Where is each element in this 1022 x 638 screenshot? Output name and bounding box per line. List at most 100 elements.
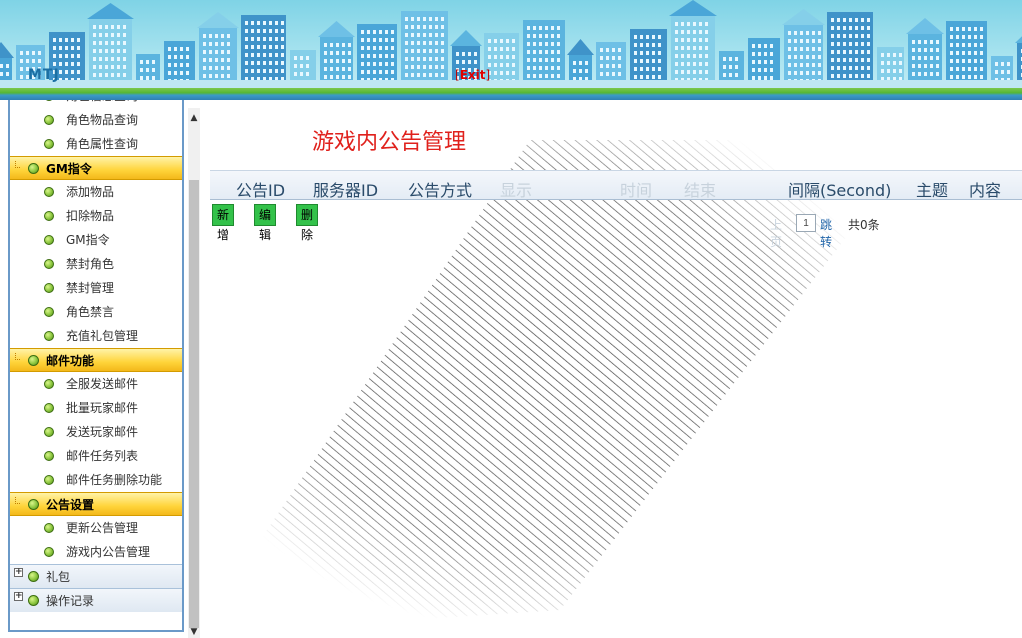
skyline-window <box>950 43 953 47</box>
column-header-notice-id[interactable]: 公告ID <box>236 177 285 201</box>
skyline-window <box>71 46 74 50</box>
sidebar-item-add-item[interactable]: 添加物品 <box>10 180 182 204</box>
column-header-content[interactable]: 内容 <box>969 177 1001 201</box>
skyline-window <box>861 34 864 38</box>
skyline-window <box>968 35 971 39</box>
sidebar-item-role-info[interactable]: 角色信息查询 <box>10 100 182 108</box>
skyline-window <box>675 38 678 42</box>
skyline-window <box>646 75 649 79</box>
sidebar-scrollbar[interactable]: ▲ ▼ <box>188 108 200 638</box>
skyline-window <box>257 53 260 57</box>
skyline-window <box>764 44 767 48</box>
skyline-window <box>968 27 971 31</box>
page-number-input[interactable] <box>796 214 816 232</box>
skyline-window <box>251 21 254 25</box>
sidebar-group-gm[interactable]: GM指令 <box>10 156 182 180</box>
skyline-window <box>1007 70 1010 74</box>
sidebar-group-operation-log[interactable]: + 操作记录 <box>10 588 182 612</box>
delete-button[interactable]: 删除 <box>296 204 319 242</box>
skyline-window <box>924 72 927 76</box>
skyline-window <box>600 64 603 68</box>
bullet-icon <box>44 100 54 101</box>
scroll-down-arrow-icon[interactable]: ▼ <box>188 626 200 638</box>
sidebar-item-role-attributes[interactable]: 角色属性查询 <box>10 132 182 156</box>
column-header-interval[interactable]: 间隔(Second) <box>788 177 891 201</box>
column-header-display[interactable]: 显示 <box>500 177 532 201</box>
skyline-window <box>373 54 376 58</box>
skyline-window <box>174 47 177 51</box>
scroll-up-arrow-icon[interactable]: ▲ <box>188 112 200 124</box>
skyline-window <box>855 42 858 46</box>
skyline-window <box>968 43 971 47</box>
skyline-window <box>551 34 554 38</box>
sidebar-item-mail-player[interactable]: 发送玩家邮件 <box>10 420 182 444</box>
skyline-window <box>324 67 327 71</box>
skyline-window <box>962 43 965 47</box>
scroll-thumb[interactable] <box>189 180 199 628</box>
sidebar-group-mail[interactable]: 邮件功能 <box>10 348 182 372</box>
brand-logo: MTJ <box>28 67 60 83</box>
edit-button[interactable]: 编辑 <box>254 204 277 242</box>
sidebar-item-mail-task-list[interactable]: 邮件任务列表 <box>10 444 182 468</box>
sidebar-group-gift[interactable]: + 礼包 <box>10 564 182 588</box>
sidebar-item-update-notice[interactable]: 更新公告管理 <box>10 516 182 540</box>
skyline-building <box>89 19 132 88</box>
main-content: 游戏内公告管理 公告ID 服务器ID 公告方式 显示 时间 结束 间隔(Seco… <box>200 100 1022 638</box>
skyline-window <box>391 54 394 58</box>
skyline-window <box>512 47 515 51</box>
skyline-window <box>527 66 530 70</box>
skyline-window <box>950 51 953 55</box>
sidebar-item-deduct-item[interactable]: 扣除物品 <box>10 204 182 228</box>
skyline-window <box>411 73 414 77</box>
skyline-window <box>640 35 643 39</box>
skyline-window <box>861 50 864 54</box>
column-header-server-id[interactable]: 服务器ID <box>313 177 378 201</box>
skyline-window <box>770 52 773 56</box>
column-header-end[interactable]: 结束 <box>684 177 716 201</box>
skyline-window <box>411 17 414 21</box>
page-title: 游戏内公告管理 <box>312 130 467 155</box>
skyline-window <box>512 39 515 43</box>
sidebar-item-mail-all[interactable]: 全服发送邮件 <box>10 372 182 396</box>
sidebar-item-recharge-gift[interactable]: 充值礼包管理 <box>10 324 182 348</box>
skyline-window <box>752 52 755 56</box>
sidebar-item-ingame-notice[interactable]: 游戏内公告管理 <box>10 540 182 564</box>
sidebar-item-role-items[interactable]: 角色物品查询 <box>10 108 182 132</box>
skyline-window <box>294 64 297 68</box>
skyline-window <box>65 70 68 74</box>
skyline-window <box>417 73 420 77</box>
expand-plus-icon[interactable]: + <box>14 592 23 601</box>
sidebar-item-mute-role[interactable]: 角色禁言 <box>10 300 182 324</box>
column-header-notice-mode[interactable]: 公告方式 <box>408 177 472 201</box>
prev-page-link[interactable]: 上页 <box>770 216 782 250</box>
skyline-window <box>361 70 364 74</box>
skyline-window <box>831 50 834 54</box>
skyline-window <box>168 47 171 51</box>
add-button[interactable]: 新增 <box>212 204 235 242</box>
skyline-window <box>843 74 846 78</box>
bullet-icon <box>44 139 54 149</box>
skyline-window <box>752 44 755 48</box>
skyline-window <box>837 66 840 70</box>
sidebar-item-mail-task-delete[interactable]: 邮件任务删除功能 <box>10 468 182 492</box>
exit-link[interactable]: Exit <box>460 68 486 82</box>
column-header-subject[interactable]: 主题 <box>916 177 948 201</box>
sidebar-item-mail-batch[interactable]: 批量玩家邮件 <box>10 396 182 420</box>
sidebar-item-gm-command[interactable]: GM指令 <box>10 228 182 252</box>
skyline-window <box>257 61 260 65</box>
sidebar-group-notice[interactable]: 公告设置 <box>10 492 182 516</box>
sidebar-item-ban-manage[interactable]: 禁封管理 <box>10 276 182 300</box>
skyline-window <box>373 46 376 50</box>
sidebar-item-ban-role[interactable]: 禁封角色 <box>10 252 182 276</box>
skyline-window <box>348 75 351 79</box>
column-header-time[interactable]: 时间 <box>620 177 652 201</box>
skyline-window <box>429 33 432 37</box>
jump-link[interactable]: 跳转 <box>820 216 832 250</box>
skyline-window <box>788 31 791 35</box>
skyline-window <box>557 50 560 54</box>
expand-plus-icon[interactable]: + <box>14 568 23 577</box>
skyline-window <box>506 63 509 67</box>
skyline-window <box>391 46 394 50</box>
skyline-window <box>53 62 56 66</box>
skyline-window <box>379 70 382 74</box>
